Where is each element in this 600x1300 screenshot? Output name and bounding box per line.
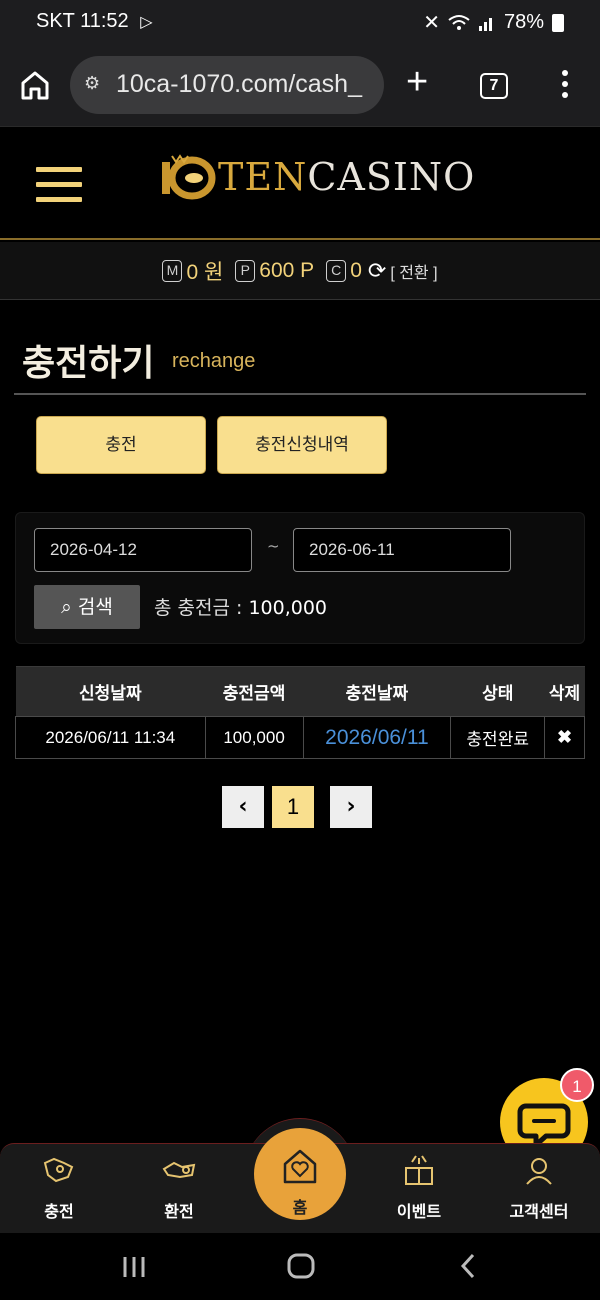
gift-icon [405,1155,433,1185]
table-header-row: 신청날짜 충전금액 충전날짜 상태 삭제 [15,666,585,717]
android-home-icon[interactable] [286,1251,316,1281]
logo-mark-icon [162,154,216,200]
nav-event[interactable]: 이벤트 [374,1152,464,1222]
wifi-icon [448,14,470,30]
browser-toolbar: ⚙ 10ca-1070.com/cash_ + 7 [0,44,600,126]
nav-event-label: 이벤트 [396,1202,442,1221]
date-range-separator: ~ [267,537,280,555]
tab-charge-history[interactable]: 충전신청내역 [217,416,387,474]
point-value: 600 P [259,258,315,282]
new-tab-icon[interactable]: + [406,62,428,102]
exchange-hand-icon [162,1161,196,1179]
cell-charge-date-link[interactable]: 2026/06/11 [302,716,452,759]
search-panel: 2026-04-12 ~ 2026-06-11 ⌕ 검색 총 충전금 : 100… [15,512,585,644]
chat-notification-badge: 1 [560,1068,594,1102]
money-value: 0 원 [186,260,224,284]
end-date-field[interactable]: 2026-06-11 [293,528,511,572]
more-menu-icon[interactable] [556,70,574,104]
col-charge-date: 충전날짜 [303,666,451,717]
url-text[interactable]: 10ca-1070.com/cash_ [116,70,376,99]
col-status: 상태 [450,666,545,717]
site-logo[interactable]: TENCASINO [158,147,475,207]
tab-switcher-button[interactable]: 7 [480,73,508,99]
col-amount: 충전금액 [205,666,303,717]
status-left: SKT 11:52 ▷ [36,10,153,33]
nav-home-label: 홈 [292,1198,308,1217]
carrier-label: SKT [36,10,75,32]
refresh-icon[interactable]: ⟳ [368,258,386,284]
total-charge-value: 100,000 [248,597,328,619]
nav-exchange[interactable]: 환전 [134,1152,224,1222]
delete-icon[interactable]: ✖ [544,716,585,759]
battery-icon [552,13,564,32]
start-date-field[interactable]: 2026-04-12 [34,528,252,572]
cell-request-date: 2026/06/11 11:34 [15,716,206,759]
status-bar: SKT 11:52 ▷ ✕ 78% [0,0,600,44]
search-button[interactable]: ⌕ 검색 [34,585,140,629]
money-badge-icon: M [162,259,183,282]
current-page-button[interactable]: 1 [272,786,314,828]
hamburger-menu-icon[interactable] [36,167,82,207]
nav-exchange-label: 환전 [164,1202,194,1221]
point-badge-icon: P [235,259,256,282]
nav-support[interactable]: 고객센터 [494,1152,584,1222]
clock: 11:52 [80,10,129,32]
cell-status: 충전완료 [450,716,546,759]
android-nav-bar [0,1233,600,1300]
cell-amount: 100,000 [204,716,304,759]
logo-text: TENCASINO [218,155,475,199]
back-icon[interactable] [456,1251,480,1281]
nav-home[interactable]: 홈 [254,1128,346,1220]
status-right: ✕ 78% [423,10,564,35]
next-page-button[interactable]: › [330,786,372,828]
support-agent-icon [526,1158,552,1185]
address-bar[interactable]: ⚙ 10ca-1070.com/cash_ [70,56,384,114]
charge-history-table: 신청날짜 충전금액 충전날짜 상태 삭제 2026/06/11 11:34 10… [15,666,585,759]
comp-value: 0 [350,258,362,282]
signal-icon [478,17,492,31]
search-icon: ⌕ [61,596,72,618]
col-request-date: 신청날짜 [15,666,206,717]
tab-charge[interactable]: 충전 [36,416,206,474]
comp-badge-icon: C [326,259,347,282]
nav-charge-label: 충전 [44,1202,74,1221]
col-delete: 삭제 [544,666,585,717]
point-balance: P 600 P [235,259,314,283]
page-subtitle: rechange [172,350,256,372]
home-heart-icon [283,1149,317,1184]
title-divider [14,393,586,395]
nav-support-label: 고객센터 [509,1202,569,1221]
charge-hand-icon [43,1157,74,1183]
total-charge-label: 총 충전금 : [154,597,249,619]
table-row: 2026/06/11 11:34 100,000 2026/06/11 충전완료… [15,716,585,759]
home-icon[interactable] [18,68,52,102]
search-button-label: 검색 [77,596,113,618]
logo-ten: TEN [218,155,308,199]
prev-page-button[interactable]: ‹ [222,786,264,828]
site-header: TENCASINO [0,126,600,240]
balance-bar: M 0 원 P 600 P C 0 ⟳ [ 전환 ] [0,242,600,300]
battery-percent: 78% [503,11,544,33]
money-balance: M 0 원 [162,256,223,286]
recent-apps-icon[interactable] [120,1251,148,1281]
convert-button[interactable]: [ 전환 ] [390,259,437,283]
play-store-icon: ▷ [140,14,153,31]
comp-balance: C 0 ⟳ [ 전환 ] [326,258,438,284]
nav-charge[interactable]: 충전 [14,1152,104,1222]
page-title: 충전하기 [22,343,155,384]
mute-icon: ✕ [423,12,440,34]
logo-casino: CASINO [307,155,476,199]
site-settings-icon[interactable]: ⚙ [84,73,100,94]
total-charge: 총 충전금 : 100,000 [154,593,327,620]
